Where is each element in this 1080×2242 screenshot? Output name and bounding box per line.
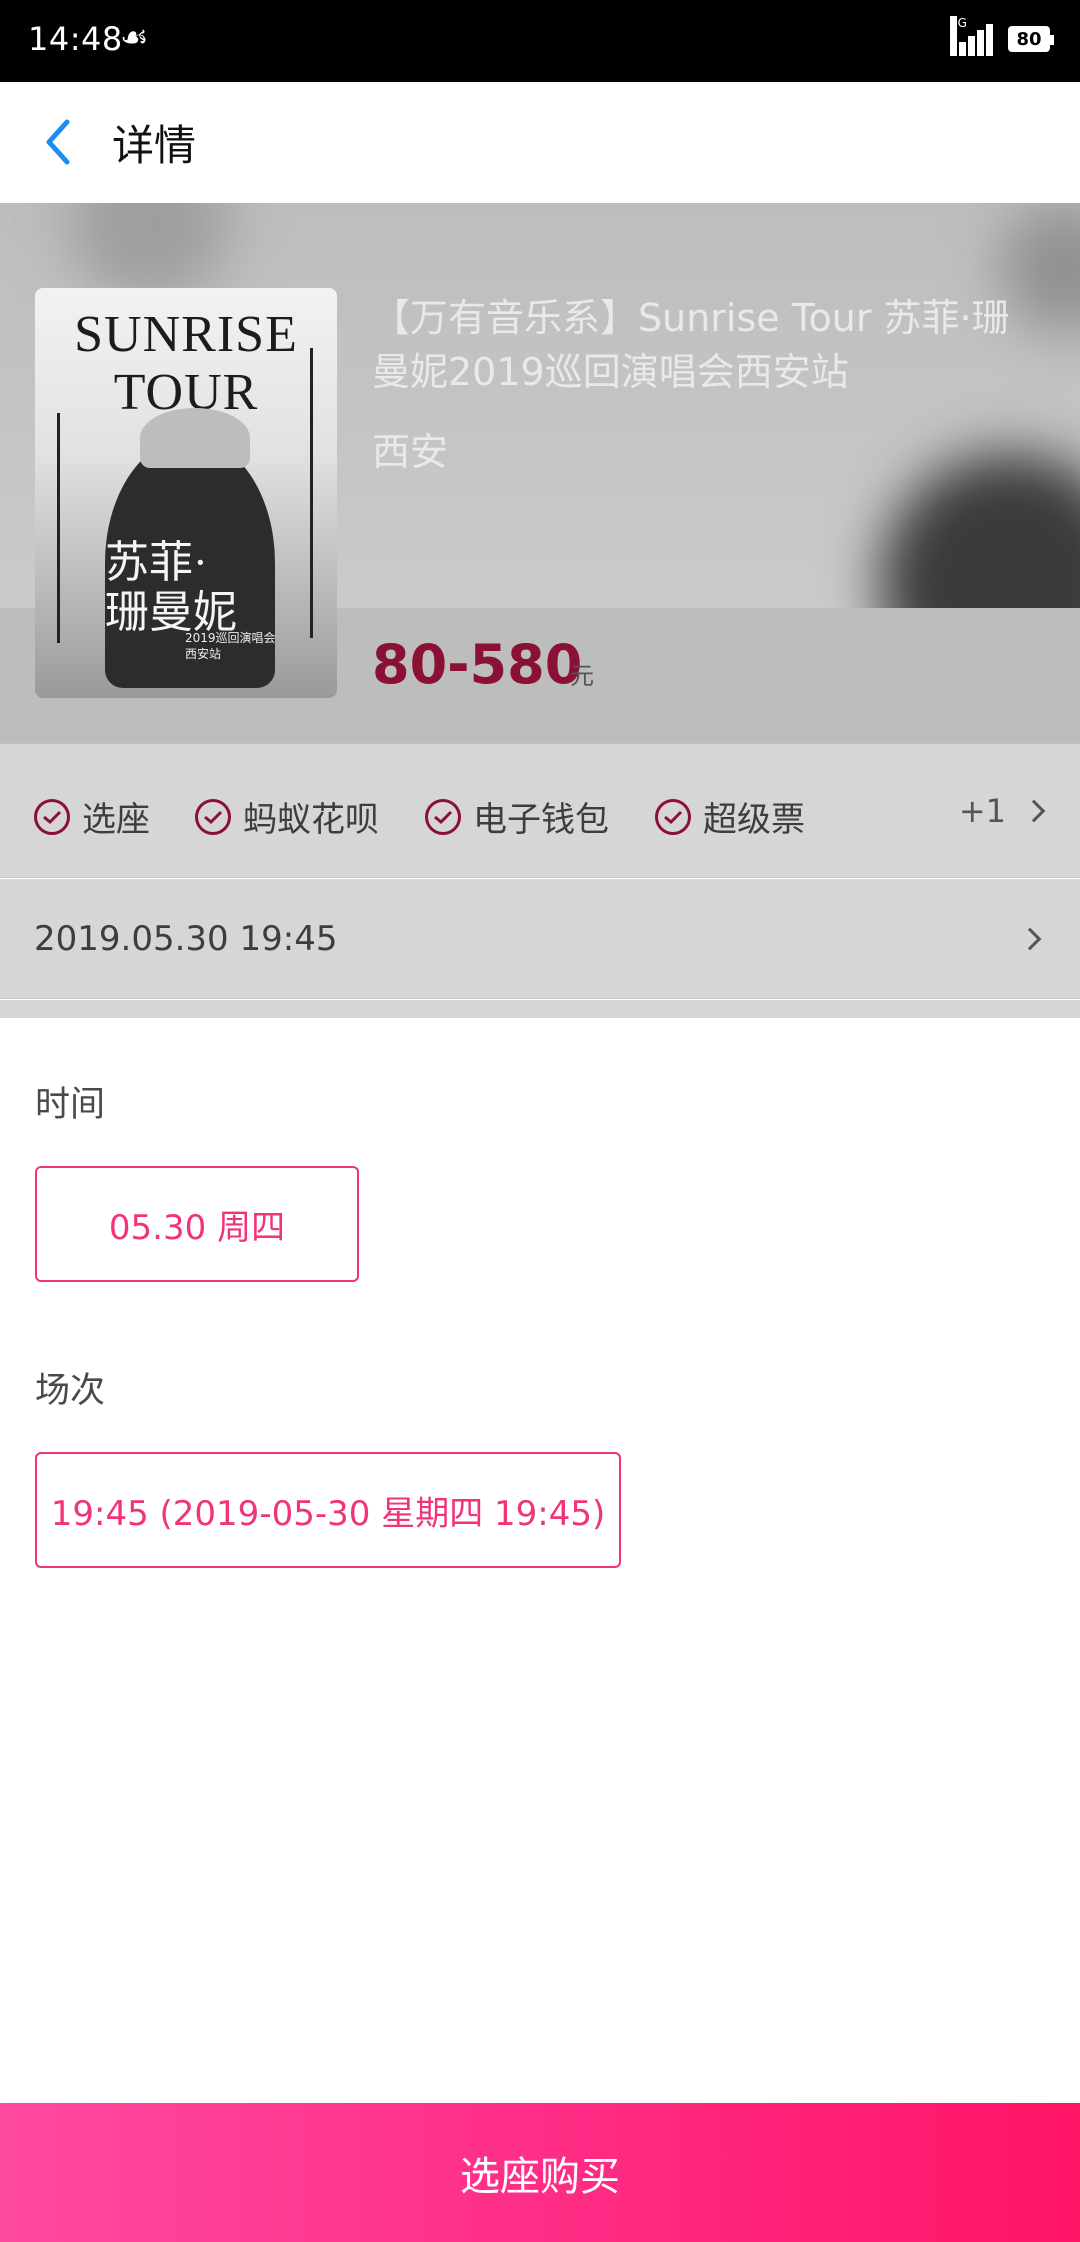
divider [0,1000,1080,1018]
event-detail: SUNRISE TOUR 苏菲· 珊曼妮 2019巡回演唱会 西安站 【万有音乐… [0,203,1080,1018]
tag-huabei: 蚂蚁花呗 [195,792,379,841]
page-header: 详情 [0,82,1080,203]
event-title: 【万有音乐系】Sunrise Tour 苏菲·珊曼妮2019巡回演唱会西安站 [372,296,1010,394]
battery-icon: 80 [1008,26,1054,52]
status-bar: 14:48 ☙ 4G 80 [0,0,1080,82]
chevron-right-icon [1018,927,1042,951]
status-icons: 4G 80 [950,16,1054,56]
tag-super-ticket: 超级票 [655,792,805,841]
chevron-right-icon [1022,799,1046,823]
signal-icon: 4G [950,16,994,56]
check-circle-icon [655,798,691,835]
session-date: 2019.05.30 19:45 [34,919,338,959]
tags-more[interactable]: +1 [958,792,1046,830]
session-date-row[interactable]: 2019.05.30 19:45 [0,879,1080,999]
poster-hat [140,408,250,468]
price-unit: 元 [570,662,594,690]
check-circle-icon [425,798,461,835]
time-option[interactable]: 05.30 周四 [35,1166,359,1282]
page-title: 详情 [112,121,197,170]
poster-sub-line1: 2019巡回演唱会 [185,631,276,645]
tag-seat-selection: 选座 [34,792,150,841]
poster-cn-line1: 苏菲· [105,538,208,587]
session-option[interactable]: 19:45 (2019-05-30 星期四 19:45) [35,1452,621,1568]
tag-label: 选座 [82,800,150,840]
event-price: 80-580 [372,633,583,696]
time-label: 时间 [35,1085,106,1125]
session-label: 场次 [35,1371,106,1411]
poster-title-line1: SUNRISE [74,306,298,363]
event-city: 西安 [372,430,449,474]
tag-e-wallet: 电子钱包 [425,792,609,841]
tag-label: 蚂蚁花呗 [243,800,379,840]
check-circle-icon [195,798,231,835]
session-selector-sheet: 时间 05.30 周四 场次 19:45 (2019-05-30 星期四 19:… [0,1018,1080,2103]
carrier-icon: ☙ [120,18,149,56]
tags-more-count: +1 [958,792,1006,830]
back-button[interactable] [30,114,86,170]
chevron-left-icon [46,119,70,165]
service-tags[interactable]: 选座 蚂蚁花呗 电子钱包 超级票 +1 [0,743,1080,878]
status-time: 14:48 [28,20,123,58]
poster-sub-line2: 西安站 [185,647,222,661]
buy-button[interactable]: 选座购买 [0,2103,1080,2242]
tag-label: 超级票 [703,800,805,840]
check-circle-icon [34,798,70,835]
tag-label: 电子钱包 [473,800,609,840]
event-poster[interactable]: SUNRISE TOUR 苏菲· 珊曼妮 2019巡回演唱会 西安站 [35,288,337,698]
